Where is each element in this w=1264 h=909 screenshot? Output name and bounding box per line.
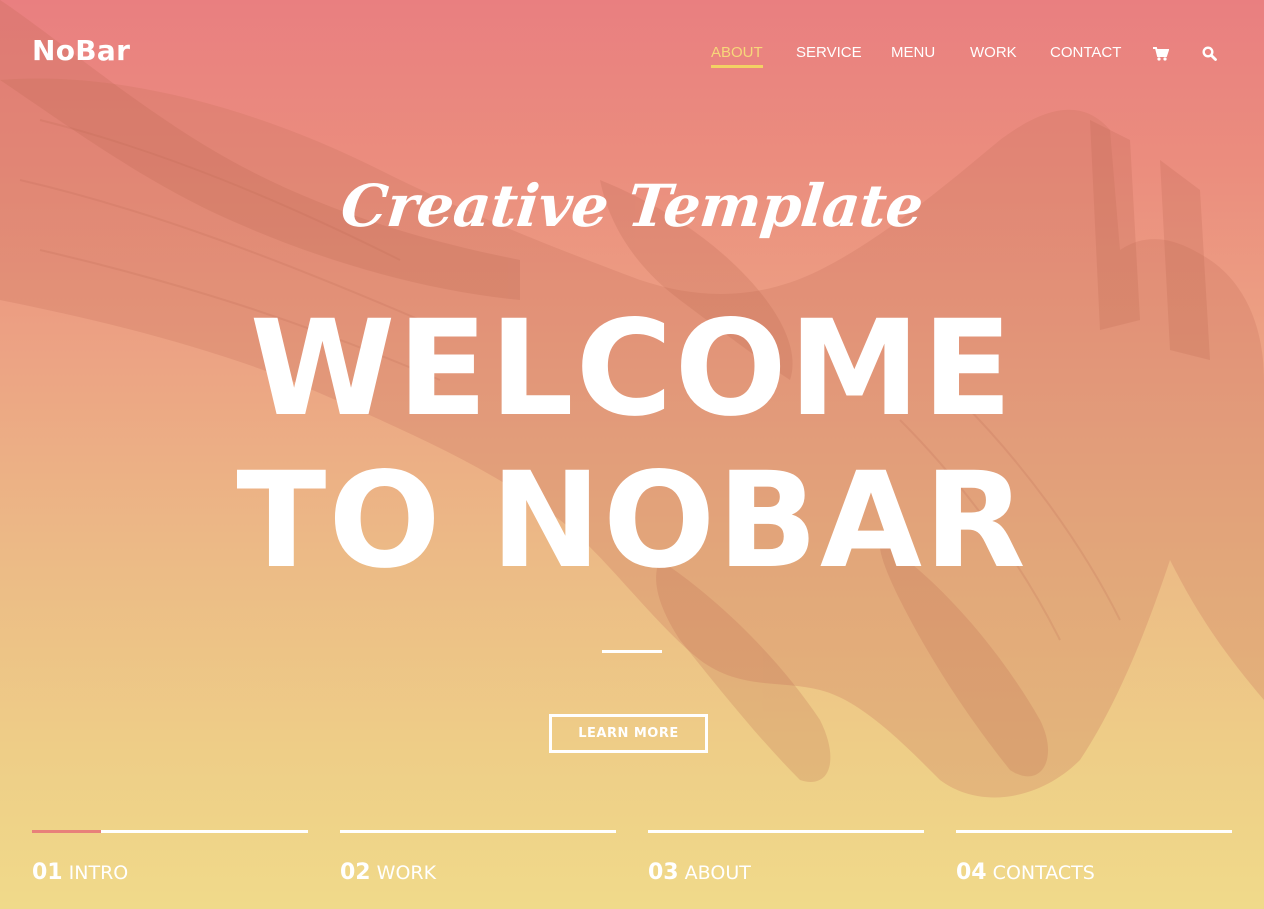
cart-icon[interactable]	[1153, 46, 1170, 65]
slide-title: ABOUT	[684, 862, 751, 884]
slide-title: WORK	[376, 862, 437, 884]
hero-title-line1: WELCOME	[249, 292, 1015, 446]
main-nav: ABOUT SERVICE MENU WORK CONTACT	[0, 44, 1264, 74]
slide-tab-work[interactable]: 02 WORK	[340, 830, 616, 909]
slide-number: 02	[340, 860, 371, 885]
nav-item-work[interactable]: WORK	[970, 44, 1017, 62]
slide-tab-label: 02 WORK	[340, 860, 436, 885]
slide-tab-label: 04 CONTACTS	[956, 860, 1095, 885]
slide-number: 01	[32, 860, 63, 885]
hero-title-line2: TO NOBAR	[236, 444, 1028, 598]
slide-tab-about[interactable]: 03 ABOUT	[648, 830, 924, 909]
learn-more-button[interactable]: LEARN MORE	[549, 714, 708, 753]
slide-progress-fill	[32, 830, 101, 833]
hero-section: NoBar ABOUT SERVICE MENU WORK CONTACT Cr…	[0, 0, 1264, 909]
slide-progress-track	[340, 830, 616, 833]
slide-number: 04	[956, 860, 987, 885]
nav-item-about[interactable]: ABOUT	[711, 44, 763, 68]
nav-item-contact[interactable]: CONTACT	[1050, 44, 1121, 62]
slide-tab-label: 01 INTRO	[32, 860, 128, 885]
slide-title: INTRO	[68, 862, 129, 884]
hero-script-title: Creative Template	[337, 172, 927, 240]
hero-divider	[602, 650, 662, 653]
slide-title: CONTACTS	[992, 862, 1095, 884]
slide-tab-label: 03 ABOUT	[648, 860, 751, 885]
nav-item-menu[interactable]: MENU	[891, 44, 935, 62]
slide-progress-nav: 01 INTRO 02 WORK 03 ABOUT 04 CONTACTS	[0, 830, 1264, 909]
slide-tab-intro[interactable]: 01 INTRO	[32, 830, 308, 909]
slide-tab-contacts[interactable]: 04 CONTACTS	[956, 830, 1232, 909]
nav-item-service[interactable]: SERVICE	[796, 44, 862, 62]
search-icon[interactable]	[1202, 46, 1217, 65]
slide-number: 03	[648, 860, 679, 885]
slide-progress-track	[648, 830, 924, 833]
slide-progress-track	[956, 830, 1232, 833]
